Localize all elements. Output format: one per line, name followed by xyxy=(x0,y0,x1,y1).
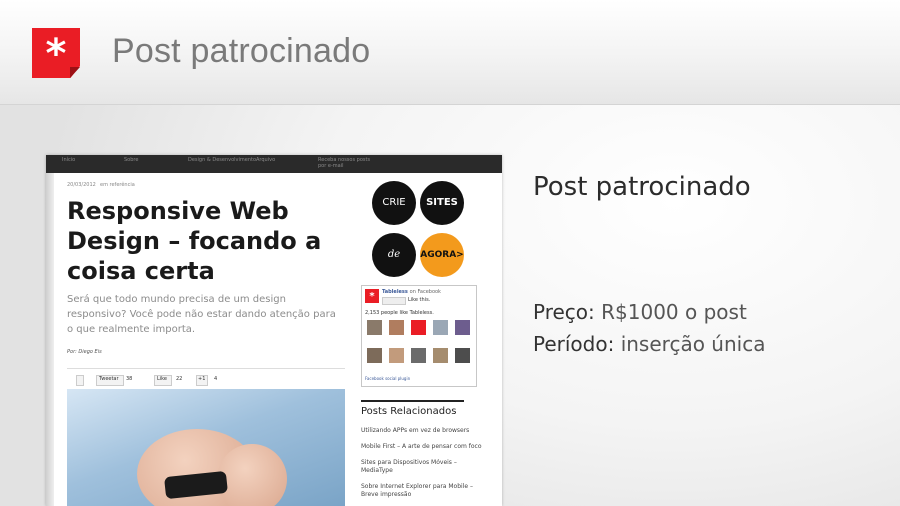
fb-page-name[interactable]: Tableless on Facebook xyxy=(382,289,441,295)
fan-avatar[interactable] xyxy=(411,348,426,363)
ad-crie-circle[interactable]: CRIE xyxy=(372,181,416,225)
price-label: Preço: xyxy=(533,300,595,324)
period-label: Período: xyxy=(533,332,615,356)
fan-avatar[interactable] xyxy=(455,348,470,363)
post-category[interactable]: em referência xyxy=(100,182,135,188)
post-byline: Por: Diego Eis xyxy=(67,349,102,355)
nav-item[interactable]: Receba nossos posts por e-mail xyxy=(318,157,374,169)
period-value: inserção única xyxy=(620,332,766,356)
facebook-like-count: 22 xyxy=(176,376,183,382)
facebook-like-box: * Tableless on Facebook Like this. 2,153… xyxy=(361,285,477,387)
fan-avatar[interactable] xyxy=(455,320,470,335)
post-date: 20/03/2012 xyxy=(67,182,96,188)
fan-avatar[interactable] xyxy=(411,320,426,335)
fan-avatar[interactable] xyxy=(433,348,448,363)
slide-header: * Post patrocinado xyxy=(0,0,900,105)
related-posts-title: Posts Relacionados xyxy=(361,406,457,417)
fan-avatar[interactable] xyxy=(389,348,404,363)
related-post-link[interactable]: Mobile First – A arte de pensar com foco xyxy=(361,443,486,451)
ad-agora-circle[interactable]: AGORA> xyxy=(420,233,464,277)
gplus-count: 4 xyxy=(214,376,218,382)
nav-item[interactable]: Sobre xyxy=(124,157,138,163)
tableless-logo: * xyxy=(365,289,379,303)
period-row: Período: inserção única xyxy=(533,332,765,356)
offer-title: Post patrocinado xyxy=(533,172,751,202)
gplus-label: +1 xyxy=(198,376,206,382)
ad-sites-circle[interactable]: SITES xyxy=(420,181,464,225)
tweet-count: 38 xyxy=(126,376,133,382)
site-nav-bar: Início Sobre Design & Desenvolvimento Ar… xyxy=(46,155,502,173)
post-headline[interactable]: Responsive Web Design – focando a coisa … xyxy=(67,196,337,286)
fb-like-text: Like this. xyxy=(408,297,431,303)
divider xyxy=(67,368,345,369)
nav-item[interactable]: Design & Desenvolvimento xyxy=(188,157,256,163)
related-rule xyxy=(361,400,464,402)
asterisk-icon: * xyxy=(45,31,67,77)
ad-degraca-circle[interactable]: de graça xyxy=(372,233,416,304)
fan-avatar[interactable] xyxy=(389,320,404,335)
nav-item[interactable]: Início xyxy=(62,157,75,163)
price-value: R$1000 o post xyxy=(601,300,747,324)
nav-item[interactable]: Arquivo xyxy=(256,157,275,163)
price-row: Preço: R$1000 o post xyxy=(533,300,747,324)
fan-avatar[interactable] xyxy=(433,320,448,335)
finger-shape xyxy=(217,444,287,506)
fan-avatar[interactable] xyxy=(367,320,382,335)
fb-like-button[interactable] xyxy=(382,297,406,305)
related-post-link[interactable]: Sites para Dispositivos Móveis – MediaTy… xyxy=(361,459,486,475)
post-lead: Será que todo mundo precisa de um design… xyxy=(67,294,336,335)
related-post-link[interactable]: Sobre Internet Explorer para Mobile – Br… xyxy=(361,483,486,499)
fb-fan-count: 2,153 people like Tableless. xyxy=(365,310,434,316)
site-left-margin xyxy=(46,173,54,506)
facebook-like-label: Like xyxy=(157,376,167,382)
post-hero-image xyxy=(67,389,345,506)
fan-avatar[interactable] xyxy=(367,348,382,363)
page-title: Post patrocinado xyxy=(112,32,371,70)
tweet-button-label: Tweetar xyxy=(99,376,119,382)
comment-count-badge xyxy=(76,375,84,386)
website-screenshot: Início Sobre Design & Desenvolvimento Ar… xyxy=(46,155,502,506)
fb-social-plugin-label: Facebook social plugin xyxy=(365,376,411,381)
related-post-link[interactable]: Utilizando APPs em vez de browsers xyxy=(361,427,486,435)
